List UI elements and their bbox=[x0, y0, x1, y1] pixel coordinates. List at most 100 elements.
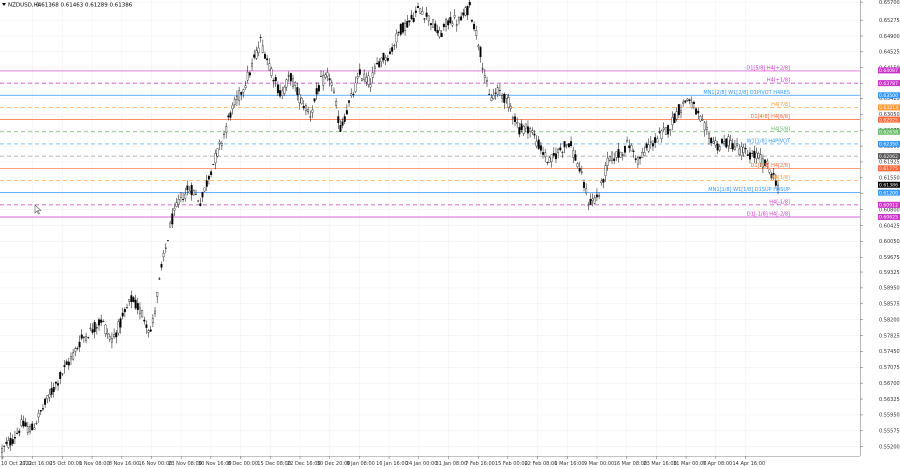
candle-body bbox=[539, 145, 542, 151]
candle-body bbox=[643, 152, 646, 156]
price-tag: 0.61386 bbox=[878, 181, 900, 188]
candle-body bbox=[354, 82, 357, 92]
candle-body bbox=[636, 157, 639, 165]
candle-body bbox=[408, 20, 411, 23]
candle-body bbox=[623, 145, 626, 153]
candle-body bbox=[149, 329, 152, 332]
candle-body bbox=[470, 20, 473, 22]
time-tick-label: 30 Nov 16:00 bbox=[198, 461, 232, 467]
candle-body bbox=[63, 365, 66, 368]
price-tick-label: 0.57075 bbox=[879, 365, 900, 371]
candle-body bbox=[598, 195, 601, 197]
candle-body bbox=[561, 151, 564, 153]
time-tick-label: 17 Oct 16:00 bbox=[20, 461, 53, 467]
candle-body bbox=[580, 171, 583, 173]
candle-body bbox=[708, 133, 710, 139]
candle-body bbox=[455, 24, 458, 26]
candle-body bbox=[414, 10, 417, 13]
candle-body bbox=[604, 165, 607, 176]
price-tick-label: 0.57450 bbox=[879, 349, 900, 355]
candle-body bbox=[445, 19, 448, 27]
candle-body bbox=[220, 142, 223, 146]
candle-body bbox=[296, 87, 299, 95]
candle-body bbox=[729, 140, 732, 149]
price-chart[interactable]: D1[5/8] H4[+2/8] H4[+1/8] MN1[2/8] W1[2/8]… bbox=[0, 0, 900, 468]
candle-body bbox=[95, 327, 98, 329]
symbol-dropdown-icon[interactable] bbox=[2, 3, 6, 6]
price-tag: 0.62350 bbox=[878, 140, 900, 148]
candle-body bbox=[345, 110, 348, 115]
candle-body bbox=[121, 312, 124, 317]
candle-body bbox=[617, 149, 620, 158]
candle-body bbox=[186, 185, 189, 191]
price-tag: 0.64087 bbox=[878, 67, 900, 74]
candle-body bbox=[410, 14, 413, 20]
price-tag-label: 0.61200 bbox=[879, 190, 898, 196]
price-tag: 0.62925 bbox=[878, 116, 900, 123]
candle-body bbox=[585, 188, 588, 194]
candle-body bbox=[401, 22, 404, 33]
candle-body bbox=[753, 150, 756, 158]
candle-body bbox=[289, 73, 292, 82]
time-tick-label: 7 Feb 16:00 bbox=[465, 461, 495, 467]
candle-body bbox=[54, 381, 57, 384]
candle-body bbox=[421, 11, 424, 15]
candle-body bbox=[41, 408, 44, 410]
candle-body bbox=[134, 299, 137, 309]
candle-body bbox=[350, 93, 353, 96]
candle-body bbox=[89, 327, 92, 329]
candle-body bbox=[24, 422, 27, 427]
candle-body bbox=[373, 66, 376, 69]
candle-body bbox=[33, 427, 36, 430]
candle-body bbox=[621, 154, 624, 156]
candle-body bbox=[559, 147, 562, 151]
candle-body bbox=[242, 89, 245, 93]
candle-body bbox=[31, 423, 34, 431]
price-tag: 0.62062 bbox=[878, 153, 900, 160]
candle-body bbox=[755, 152, 758, 159]
candle-body bbox=[425, 12, 428, 17]
candle-body bbox=[440, 33, 443, 37]
price-tick-label: 0.60050 bbox=[879, 239, 900, 245]
time-tick-label: 16 Jan 16:00 bbox=[376, 461, 408, 467]
candle-body bbox=[197, 200, 200, 202]
candle-body bbox=[462, 12, 465, 16]
candle-body bbox=[117, 321, 120, 334]
candle-body bbox=[429, 23, 432, 26]
candle-body bbox=[389, 51, 391, 54]
price-tick-label: 0.61550 bbox=[879, 176, 900, 182]
candle-body bbox=[740, 146, 743, 156]
candle-body bbox=[160, 264, 163, 268]
price-tick-label: 0.64525 bbox=[879, 50, 900, 56]
candle-body bbox=[492, 95, 495, 99]
candle-body bbox=[514, 116, 516, 122]
candle-body bbox=[100, 319, 103, 323]
candle-body bbox=[169, 222, 172, 228]
price-tag: 0.63500 bbox=[878, 92, 900, 99]
candle-body bbox=[363, 73, 366, 81]
candle-body bbox=[35, 423, 38, 425]
candle-body bbox=[714, 140, 717, 146]
candle-body bbox=[546, 162, 549, 164]
candle-body bbox=[673, 113, 676, 123]
candle-body bbox=[16, 432, 19, 434]
price-tag-label: 0.64087 bbox=[879, 68, 898, 74]
candle-body bbox=[98, 319, 100, 326]
price-tag-label: 0.61775 bbox=[879, 166, 898, 172]
candle-body bbox=[113, 334, 116, 338]
candle-body bbox=[682, 101, 685, 104]
candle-body bbox=[526, 126, 529, 134]
candle-body bbox=[680, 110, 682, 113]
candle-body bbox=[61, 373, 64, 375]
candle-body bbox=[677, 104, 680, 116]
candle-body bbox=[608, 156, 611, 161]
price-tag: 0.61775 bbox=[878, 165, 900, 172]
candle-body bbox=[244, 85, 247, 88]
level-label: H4[1/8] bbox=[771, 175, 790, 181]
candle-body bbox=[652, 143, 654, 147]
candle-body bbox=[231, 104, 234, 110]
candle-body bbox=[50, 388, 53, 395]
candle-body bbox=[703, 122, 706, 131]
candle-body bbox=[391, 47, 394, 52]
candle-body bbox=[7, 440, 10, 448]
